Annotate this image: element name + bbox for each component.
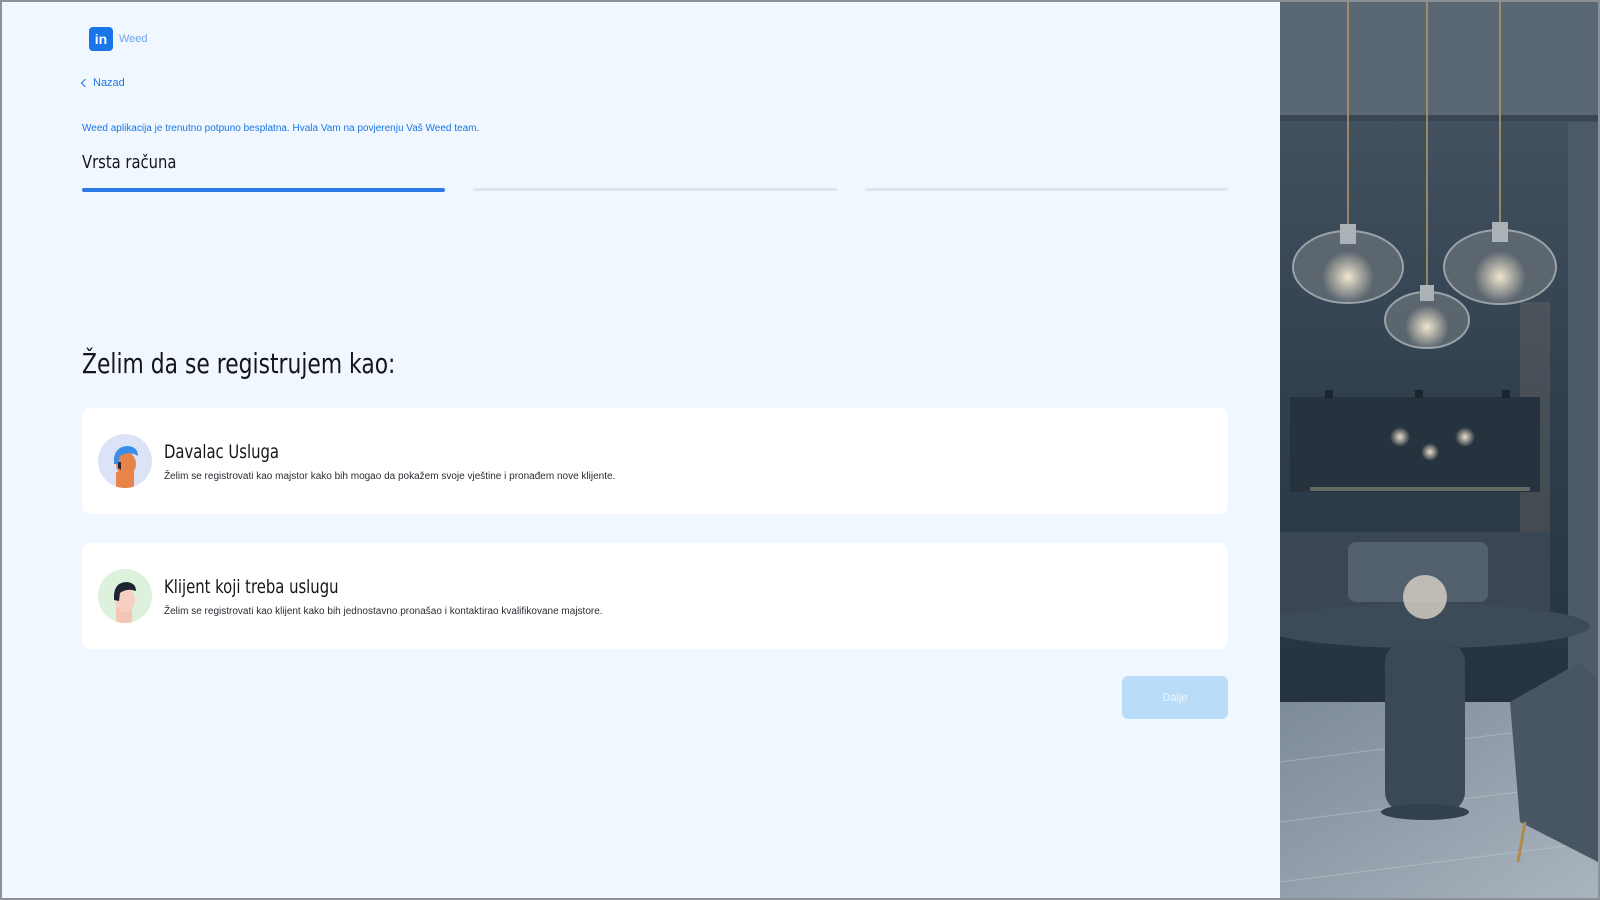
provider-title: Davalac Usluga [164,440,279,463]
back-link[interactable]: Nazad [80,77,125,89]
dining-room-image [1280,2,1598,898]
app-frame: in Weed Nazad Weed aplikacija je trenutn… [2,2,1598,898]
step-title: Vrsta računa [82,152,177,173]
client-description: Želim se registrovati kao klijent kako b… [164,605,603,617]
provider-description: Želim se registrovati kao majstor kako b… [164,470,616,482]
step-progress [82,188,1228,192]
step-bar-3 [864,188,1228,191]
logo-text: Weed [119,33,148,45]
step-bar-2 [473,188,837,191]
step-bar-1 [82,188,446,192]
option-card-provider[interactable]: Davalac Usluga Želim se registrovati kao… [82,408,1228,514]
back-label: Nazad [93,77,125,89]
client-title: Klijent koji treba uslugu [164,575,339,598]
logo: in Weed [89,27,148,51]
free-notice: Weed aplikacija je trenutno potpuno besp… [82,123,480,134]
page-heading: Želim da se registrujem kao: [82,347,396,380]
option-card-client[interactable]: Klijent koji treba uslugu Želim se regis… [82,543,1228,649]
next-button[interactable]: Dalje [1122,676,1228,719]
chevron-left-icon [80,78,90,88]
interior-photo [1280,2,1598,898]
client-avatar-icon [98,569,152,623]
registration-panel: in Weed Nazad Weed aplikacija je trenutn… [2,2,1280,898]
logo-mark: in [89,27,113,51]
provider-avatar-icon [98,434,152,488]
